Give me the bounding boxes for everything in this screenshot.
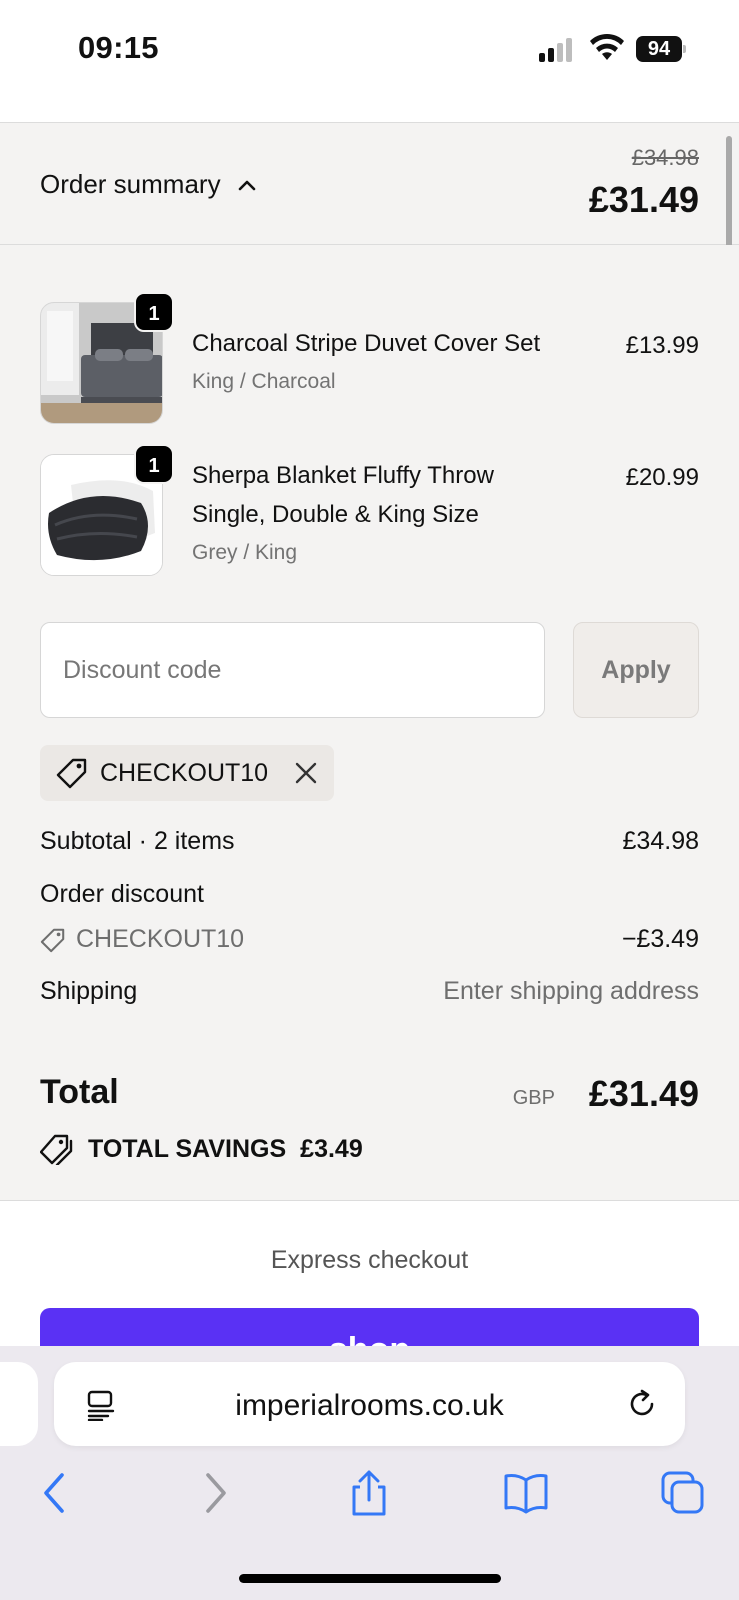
url-text: imperialrooms.co.uk — [235, 1389, 504, 1422]
battery-level: 94 — [636, 36, 682, 62]
discounted-total: £31.49 — [588, 179, 699, 220]
item-name-line-2: Single, Double & King Size — [192, 501, 479, 528]
subtotal-label: Subtotal · 2 items — [40, 827, 235, 855]
total-label: Total — [40, 1073, 119, 1111]
subtotal-value: £34.98 — [622, 827, 699, 855]
shipping-row: Shipping Enter shipping address — [40, 977, 699, 1006]
cellular-signal-icon — [539, 38, 579, 62]
order-summary-toggle[interactable]: Order summary — [40, 169, 257, 200]
remove-discount-icon[interactable] — [294, 761, 318, 785]
chevron-up-icon — [238, 180, 255, 190]
shipping-value: Enter shipping address — [443, 977, 699, 1005]
item-name: Charcoal Stripe Duvet Cover Set — [192, 330, 541, 357]
share-icon[interactable] — [346, 1470, 392, 1516]
line-item: 1 Charcoal Stripe Duvet Cover Set King /… — [40, 292, 699, 426]
order-summary-header: Order summary £34.98 £31.49 — [0, 122, 739, 245]
item-price: £13.99 — [625, 332, 699, 359]
order-discount-label: Order discount — [40, 880, 204, 908]
back-icon[interactable] — [32, 1470, 78, 1516]
item-price: £20.99 — [625, 464, 699, 491]
item-name-line-1: Sherpa Blanket Fluffy Throw — [192, 462, 494, 489]
original-total: £34.98 — [631, 145, 699, 170]
savings-value: £3.49 — [300, 1134, 363, 1163]
line-item: 1 Sherpa Blanket Fluffy Throw Single, Do… — [40, 444, 699, 578]
quantity-badge: 1 — [134, 292, 174, 332]
forward-icon[interactable] — [192, 1470, 238, 1516]
item-variant: Grey / King — [192, 541, 298, 564]
tags-icon — [40, 1134, 73, 1165]
status-time: 09:15 — [78, 30, 159, 65]
bookmarks-icon[interactable] — [503, 1470, 549, 1516]
express-checkout-label: Express checkout — [270, 1246, 469, 1274]
item-variant: King / Charcoal — [192, 370, 336, 393]
total-savings: TOTAL SAVINGS £3.49 — [40, 1133, 363, 1165]
apply-discount-button[interactable]: Apply — [573, 622, 699, 718]
order-discount-row: Order discount — [40, 880, 699, 909]
browser-toolbar: imperialrooms.co.uk — [0, 1346, 739, 1600]
wifi-icon — [590, 33, 624, 60]
discount-value: −£3.49 — [621, 925, 699, 953]
tag-icon — [56, 758, 87, 789]
savings-label: TOTAL SAVINGS — [88, 1134, 287, 1163]
order-summary-panel: 1 Charcoal Stripe Duvet Cover Set King /… — [0, 245, 739, 1201]
status-bar: 09:15 94 — [0, 0, 739, 122]
previous-tab-peek[interactable] — [0, 1362, 38, 1446]
total-currency: GBP — [512, 1087, 555, 1109]
address-bar[interactable]: imperialrooms.co.uk — [54, 1362, 685, 1446]
reload-icon[interactable] — [627, 1388, 659, 1420]
discount-code-input[interactable] — [40, 622, 545, 718]
applied-discount-code: CHECKOUT10 — [100, 758, 269, 787]
home-indicator[interactable] — [239, 1574, 501, 1583]
total-value: £31.49 — [588, 1073, 699, 1114]
order-summary-label: Order summary — [40, 169, 221, 199]
shipping-label: Shipping — [40, 977, 138, 1005]
battery-icon: 94 — [636, 36, 686, 62]
applied-discount-chip: CHECKOUT10 — [40, 745, 334, 801]
tabs-icon[interactable] — [660, 1470, 706, 1516]
quantity-badge: 1 — [134, 444, 174, 484]
discount-code-label: CHECKOUT10 — [76, 925, 245, 953]
subtotal-row: Subtotal · 2 items £34.98 — [40, 827, 699, 856]
tag-icon — [40, 928, 65, 952]
discount-code-row: CHECKOUT10 −£3.49 — [40, 925, 699, 960]
